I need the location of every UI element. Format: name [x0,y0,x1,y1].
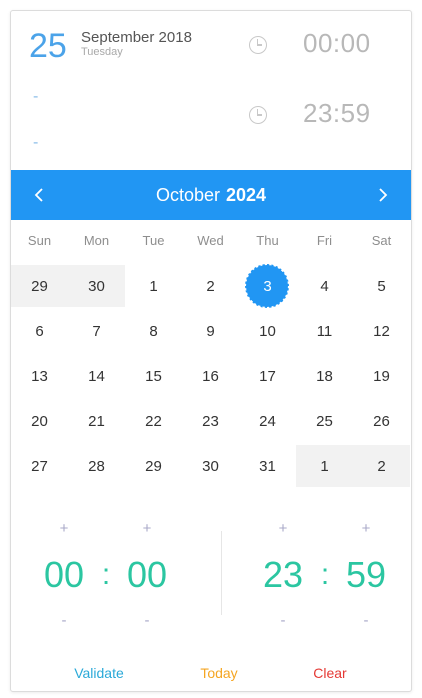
weekday-thu: Thu [256,233,279,248]
start-minutes-decrement-button[interactable]: - [132,613,162,628]
calendar-day[interactable]: 23 [182,400,239,442]
calendar-day-next-month[interactable]: 2 [353,445,410,487]
calendar-day-selected[interactable]: 3 [239,264,296,308]
clock-icon [249,36,267,54]
end-hours-value[interactable]: 23 [253,557,313,593]
start-minutes-increment-button[interactable]: + [132,521,162,536]
start-time-display[interactable]: 00:00 [303,28,371,59]
end-minutes-value[interactable]: 59 [336,557,396,593]
calendar-day[interactable]: 20 [11,400,68,442]
today-button[interactable]: Today [169,665,269,681]
year-label: 2024 [225,184,267,205]
next-month-button[interactable] [363,170,403,220]
weekday-tue: Tue [142,233,165,248]
calendar-day[interactable]: 28 [68,445,125,487]
calendar-day[interactable]: 22 [125,400,182,442]
calendar-day[interactable]: 12 [353,310,410,352]
start-hours-value[interactable]: 00 [34,557,94,593]
calendar-day[interactable]: 16 [182,355,239,397]
calendar-day[interactable]: 17 [239,355,296,397]
selected-weekday: Tuesday [81,46,123,58]
month-name: October [155,184,220,205]
chevron-right-icon [379,188,388,202]
range-dash: - [33,88,39,105]
weekday-mon: Mon [83,233,110,248]
weekday-wed: Wed [197,233,224,248]
calendar-day[interactable]: 31 [239,445,296,487]
calendar-day[interactable]: 10 [239,310,296,352]
end-hours-increment-button[interactable]: + [268,521,298,536]
validate-button[interactable]: Validate [49,665,149,681]
selected-day-number: 25 [29,27,67,65]
calendar-day[interactable]: 25 [296,400,353,442]
calendar-day[interactable]: 6 [11,310,68,352]
end-time-display[interactable]: 23:59 [303,98,371,129]
calendar-day[interactable]: 21 [68,400,125,442]
month-navigation-bar: October 2024 [11,170,411,220]
start-hours-decrement-button[interactable]: - [49,613,79,628]
weekday-fri: Fri [316,233,333,248]
end-minutes-decrement-button[interactable]: - [351,613,381,628]
calendar-day[interactable]: 5 [353,265,410,307]
start-hours-increment-button[interactable]: + [49,521,79,536]
calendar-day[interactable]: 26 [353,400,410,442]
calendar-day[interactable]: 4 [296,265,353,307]
calendar-day-prev-month[interactable]: 30 [68,265,125,307]
calendar-day[interactable]: 19 [353,355,410,397]
end-minutes-increment-button[interactable]: + [351,521,381,536]
time-picker-divider [221,531,222,615]
clear-button[interactable]: Clear [280,665,380,681]
date-range-picker: 25 September 2018 Tuesday - - 00:00 23:5… [10,10,412,692]
calendar-day[interactable]: 27 [11,445,68,487]
calendar-day[interactable]: 8 [125,310,182,352]
weekday-sun: Sun [27,233,52,248]
end-time-colon: : [320,558,330,591]
calendar-day-prev-month[interactable]: 29 [11,265,68,307]
calendar-day[interactable]: 18 [296,355,353,397]
selected-month-year: September 2018 [81,29,192,46]
month-title[interactable]: October 2024 [11,170,411,220]
calendar-day[interactable]: 7 [68,310,125,352]
calendar-day[interactable]: 2 [182,265,239,307]
calendar-day[interactable]: 13 [11,355,68,397]
range-dash: - [33,134,39,151]
calendar-day[interactable]: 30 [182,445,239,487]
calendar-day[interactable]: 15 [125,355,182,397]
calendar-day[interactable]: 29 [125,445,182,487]
clock-icon [249,106,267,124]
calendar-day[interactable]: 14 [68,355,125,397]
calendar-day[interactable]: 24 [239,400,296,442]
end-hours-decrement-button[interactable]: - [268,613,298,628]
weekday-sat: Sat [371,233,392,248]
calendar-day[interactable]: 11 [296,310,353,352]
start-time-colon: : [101,558,111,591]
calendar-day[interactable]: 1 [125,265,182,307]
start-minutes-value[interactable]: 00 [117,557,177,593]
calendar-day[interactable]: 9 [182,310,239,352]
calendar-day-next-month[interactable]: 1 [296,445,353,487]
